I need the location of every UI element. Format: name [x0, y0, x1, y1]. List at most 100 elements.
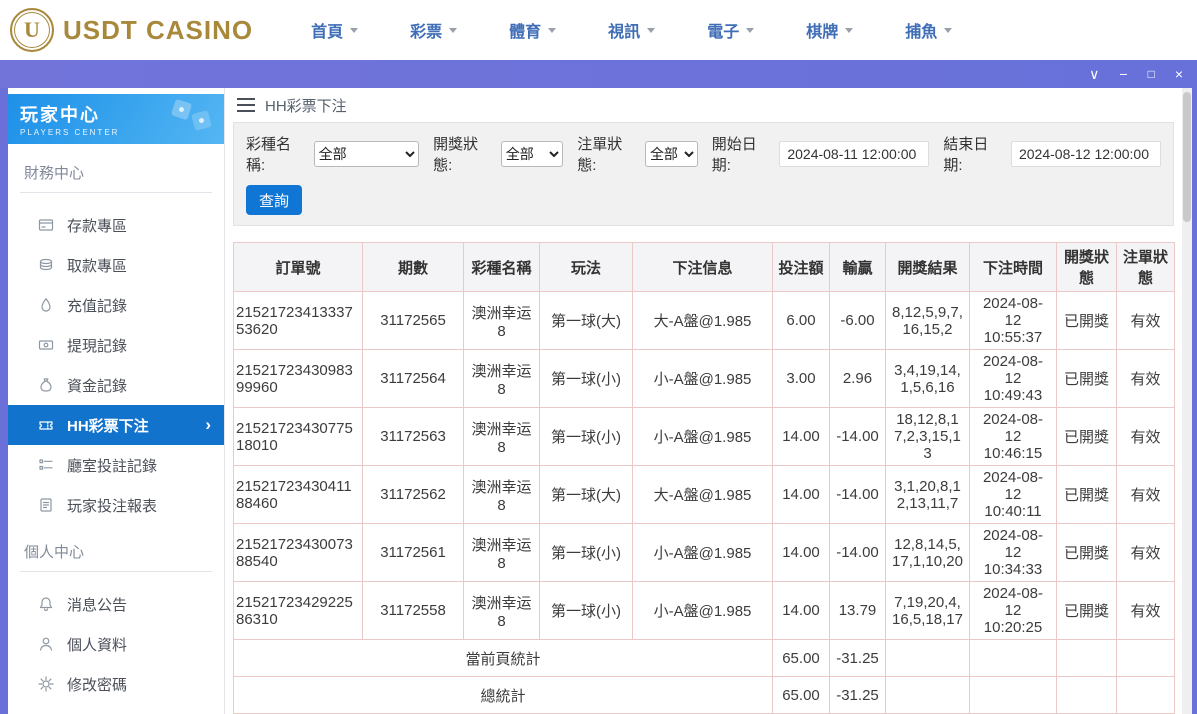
table-cell: 14.00: [773, 582, 830, 640]
table-cell: 2.96: [830, 350, 886, 408]
filter-row: 彩種名稱: 全部 開獎狀態: 全部 注單狀態: 全部 開始日期: 結束日期:: [246, 133, 1161, 175]
sidebar-item[interactable]: 個人資料: [8, 624, 224, 664]
sidebar-item[interactable]: 提現記錄: [8, 325, 224, 365]
sidebar-item[interactable]: HH彩票下注›: [8, 405, 224, 445]
table-row: 215217234133375362031172565澳洲幸运8第一球(大)大-…: [234, 292, 1175, 350]
column-header: 下注信息: [633, 243, 773, 292]
sidebar-item[interactable]: 充值記錄: [8, 285, 224, 325]
table-cell: 12,8,14,5,17,1,10,20: [886, 524, 970, 582]
profile-icon: [38, 636, 54, 652]
chevron-right-icon: ›: [205, 415, 211, 435]
sidebar-section-label: 財務中心: [20, 160, 212, 193]
sidebar-item-label: 充值記錄: [67, 295, 127, 316]
hall-records-icon: [38, 457, 54, 473]
nav-item-1[interactable]: 彩票: [410, 18, 457, 42]
table-cell: 2024-08-12 10:34:33: [970, 524, 1057, 582]
lottery-name-select[interactable]: 全部: [314, 141, 419, 167]
sidebar-section-label: 個人中心: [20, 539, 212, 572]
table-cell: 第一球(大): [540, 466, 633, 524]
search-button[interactable]: 查詢: [246, 185, 302, 215]
column-header: 玩法: [540, 243, 633, 292]
funds-icon: [38, 377, 54, 393]
sidebar-subtitle: PLAYERS CENTER: [20, 128, 212, 137]
draw-status-label: 開獎狀態:: [433, 133, 496, 175]
table-cell: 14.00: [773, 466, 830, 524]
nav-item-label: 首頁: [311, 18, 343, 42]
table-cell: 第一球(小): [540, 408, 633, 466]
column-header: 開獎結果: [886, 243, 970, 292]
sidebar-item[interactable]: 修改密碼: [8, 664, 224, 704]
logo-text: USDT CASINO: [63, 15, 253, 46]
window-titlebar: ∨ − □ ×: [0, 60, 1197, 88]
sidebar-header: 玩家中心 PLAYERS CENTER: [8, 94, 224, 144]
table-cell: 澳洲幸运8: [464, 582, 540, 640]
table-cell: 3.00: [773, 350, 830, 408]
sidebar-item[interactable]: 消息公告: [8, 584, 224, 624]
column-header: 下注時間: [970, 243, 1057, 292]
table-cell: 3,1,20,8,12,13,11,7: [886, 466, 970, 524]
table-cell: 大-A盤@1.985: [633, 292, 773, 350]
chevron-down-icon: [944, 28, 952, 33]
sidebar-item[interactable]: 取款專區: [8, 245, 224, 285]
table-cell: 有效: [1117, 466, 1175, 524]
column-header: 注單狀態: [1117, 243, 1175, 292]
nav-item-0[interactable]: 首頁: [311, 18, 358, 42]
lottery-name-label: 彩種名稱:: [246, 133, 309, 175]
draw-status-select[interactable]: 全部: [501, 141, 564, 167]
table-cell: 2152172343098399960: [234, 350, 363, 408]
table-cell: 有效: [1117, 292, 1175, 350]
table-cell: 有效: [1117, 408, 1175, 466]
table-cell: 澳洲幸运8: [464, 466, 540, 524]
table-cell: 有效: [1117, 350, 1175, 408]
table-cell: 31172565: [363, 292, 464, 350]
top-bar: U USDT CASINO 首頁 彩票 體育 視訊 電子 棋牌 捕魚: [0, 0, 1197, 60]
table-cell: 8,12,5,9,7,16,15,2: [886, 292, 970, 350]
filter-panel: 彩種名稱: 全部 開獎狀態: 全部 注單狀態: 全部 開始日期: 結束日期: 查…: [233, 122, 1174, 226]
window-chevron-icon[interactable]: ∨: [1089, 67, 1099, 81]
table-cell: 2024-08-12 10:40:11: [970, 466, 1057, 524]
bets-table: 訂單號期數彩種名稱玩法下注信息投注額輸贏開獎結果下注時間開獎狀態注單狀態 215…: [233, 242, 1175, 714]
vertical-scrollbar[interactable]: [1182, 88, 1192, 714]
start-date-input[interactable]: [779, 141, 929, 167]
sidebar-item[interactable]: 玩家投注報表: [8, 485, 224, 525]
table-cell: 31172563: [363, 408, 464, 466]
logo[interactable]: U USDT CASINO: [10, 8, 253, 52]
summary-empty-cell: [886, 640, 970, 677]
sidebar-item[interactable]: 存款專區: [8, 205, 224, 245]
table-cell: 已開獎: [1057, 524, 1117, 582]
nav-item-5[interactable]: 棋牌: [806, 18, 853, 42]
breadcrumb: HH彩票下注: [225, 88, 1182, 122]
end-date-input[interactable]: [1011, 141, 1161, 167]
table-cell: 14.00: [773, 524, 830, 582]
summary-empty-cell: [970, 640, 1057, 677]
scrollbar-thumb[interactable]: [1183, 92, 1191, 222]
table-cell: 有效: [1117, 524, 1175, 582]
table-cell: 2152172343041188460: [234, 466, 363, 524]
table-cell: 31172561: [363, 524, 464, 582]
chevron-down-icon: [746, 28, 754, 33]
table-cell: 18,12,8,17,2,3,15,13: [886, 408, 970, 466]
summary-winloss-total: -31.25: [830, 640, 886, 677]
table-cell: -6.00: [830, 292, 886, 350]
nav-item-4[interactable]: 電子: [707, 18, 754, 42]
nav-item-3[interactable]: 視訊: [608, 18, 655, 42]
hamburger-menu-icon[interactable]: [237, 98, 255, 112]
window-minimize-icon[interactable]: −: [1119, 67, 1127, 81]
summary-winloss-total: -31.25: [830, 677, 886, 714]
nav-item-2[interactable]: 體育: [509, 18, 556, 42]
table-cell: 31172564: [363, 350, 464, 408]
window-close-icon[interactable]: ×: [1175, 67, 1183, 81]
table-cell: 第一球(小): [540, 524, 633, 582]
order-status-select[interactable]: 全部: [645, 141, 698, 167]
chevron-down-icon: [845, 28, 853, 33]
table-cell: 2024-08-12 10:20:25: [970, 582, 1057, 640]
table-row: 215217234307751801031172563澳洲幸运8第一球(小)小-…: [234, 408, 1175, 466]
table-cell: 澳洲幸运8: [464, 524, 540, 582]
start-date-label: 開始日期:: [712, 133, 775, 175]
sidebar-item[interactable]: 廳室投註記錄: [8, 445, 224, 485]
page-title: HH彩票下注: [265, 95, 347, 116]
nav-item-6[interactable]: 捕魚: [905, 18, 952, 42]
window-maximize-icon[interactable]: □: [1148, 68, 1155, 80]
summary-row: 當前頁統計65.00-31.25: [234, 640, 1175, 677]
sidebar-item[interactable]: 資金記錄: [8, 365, 224, 405]
